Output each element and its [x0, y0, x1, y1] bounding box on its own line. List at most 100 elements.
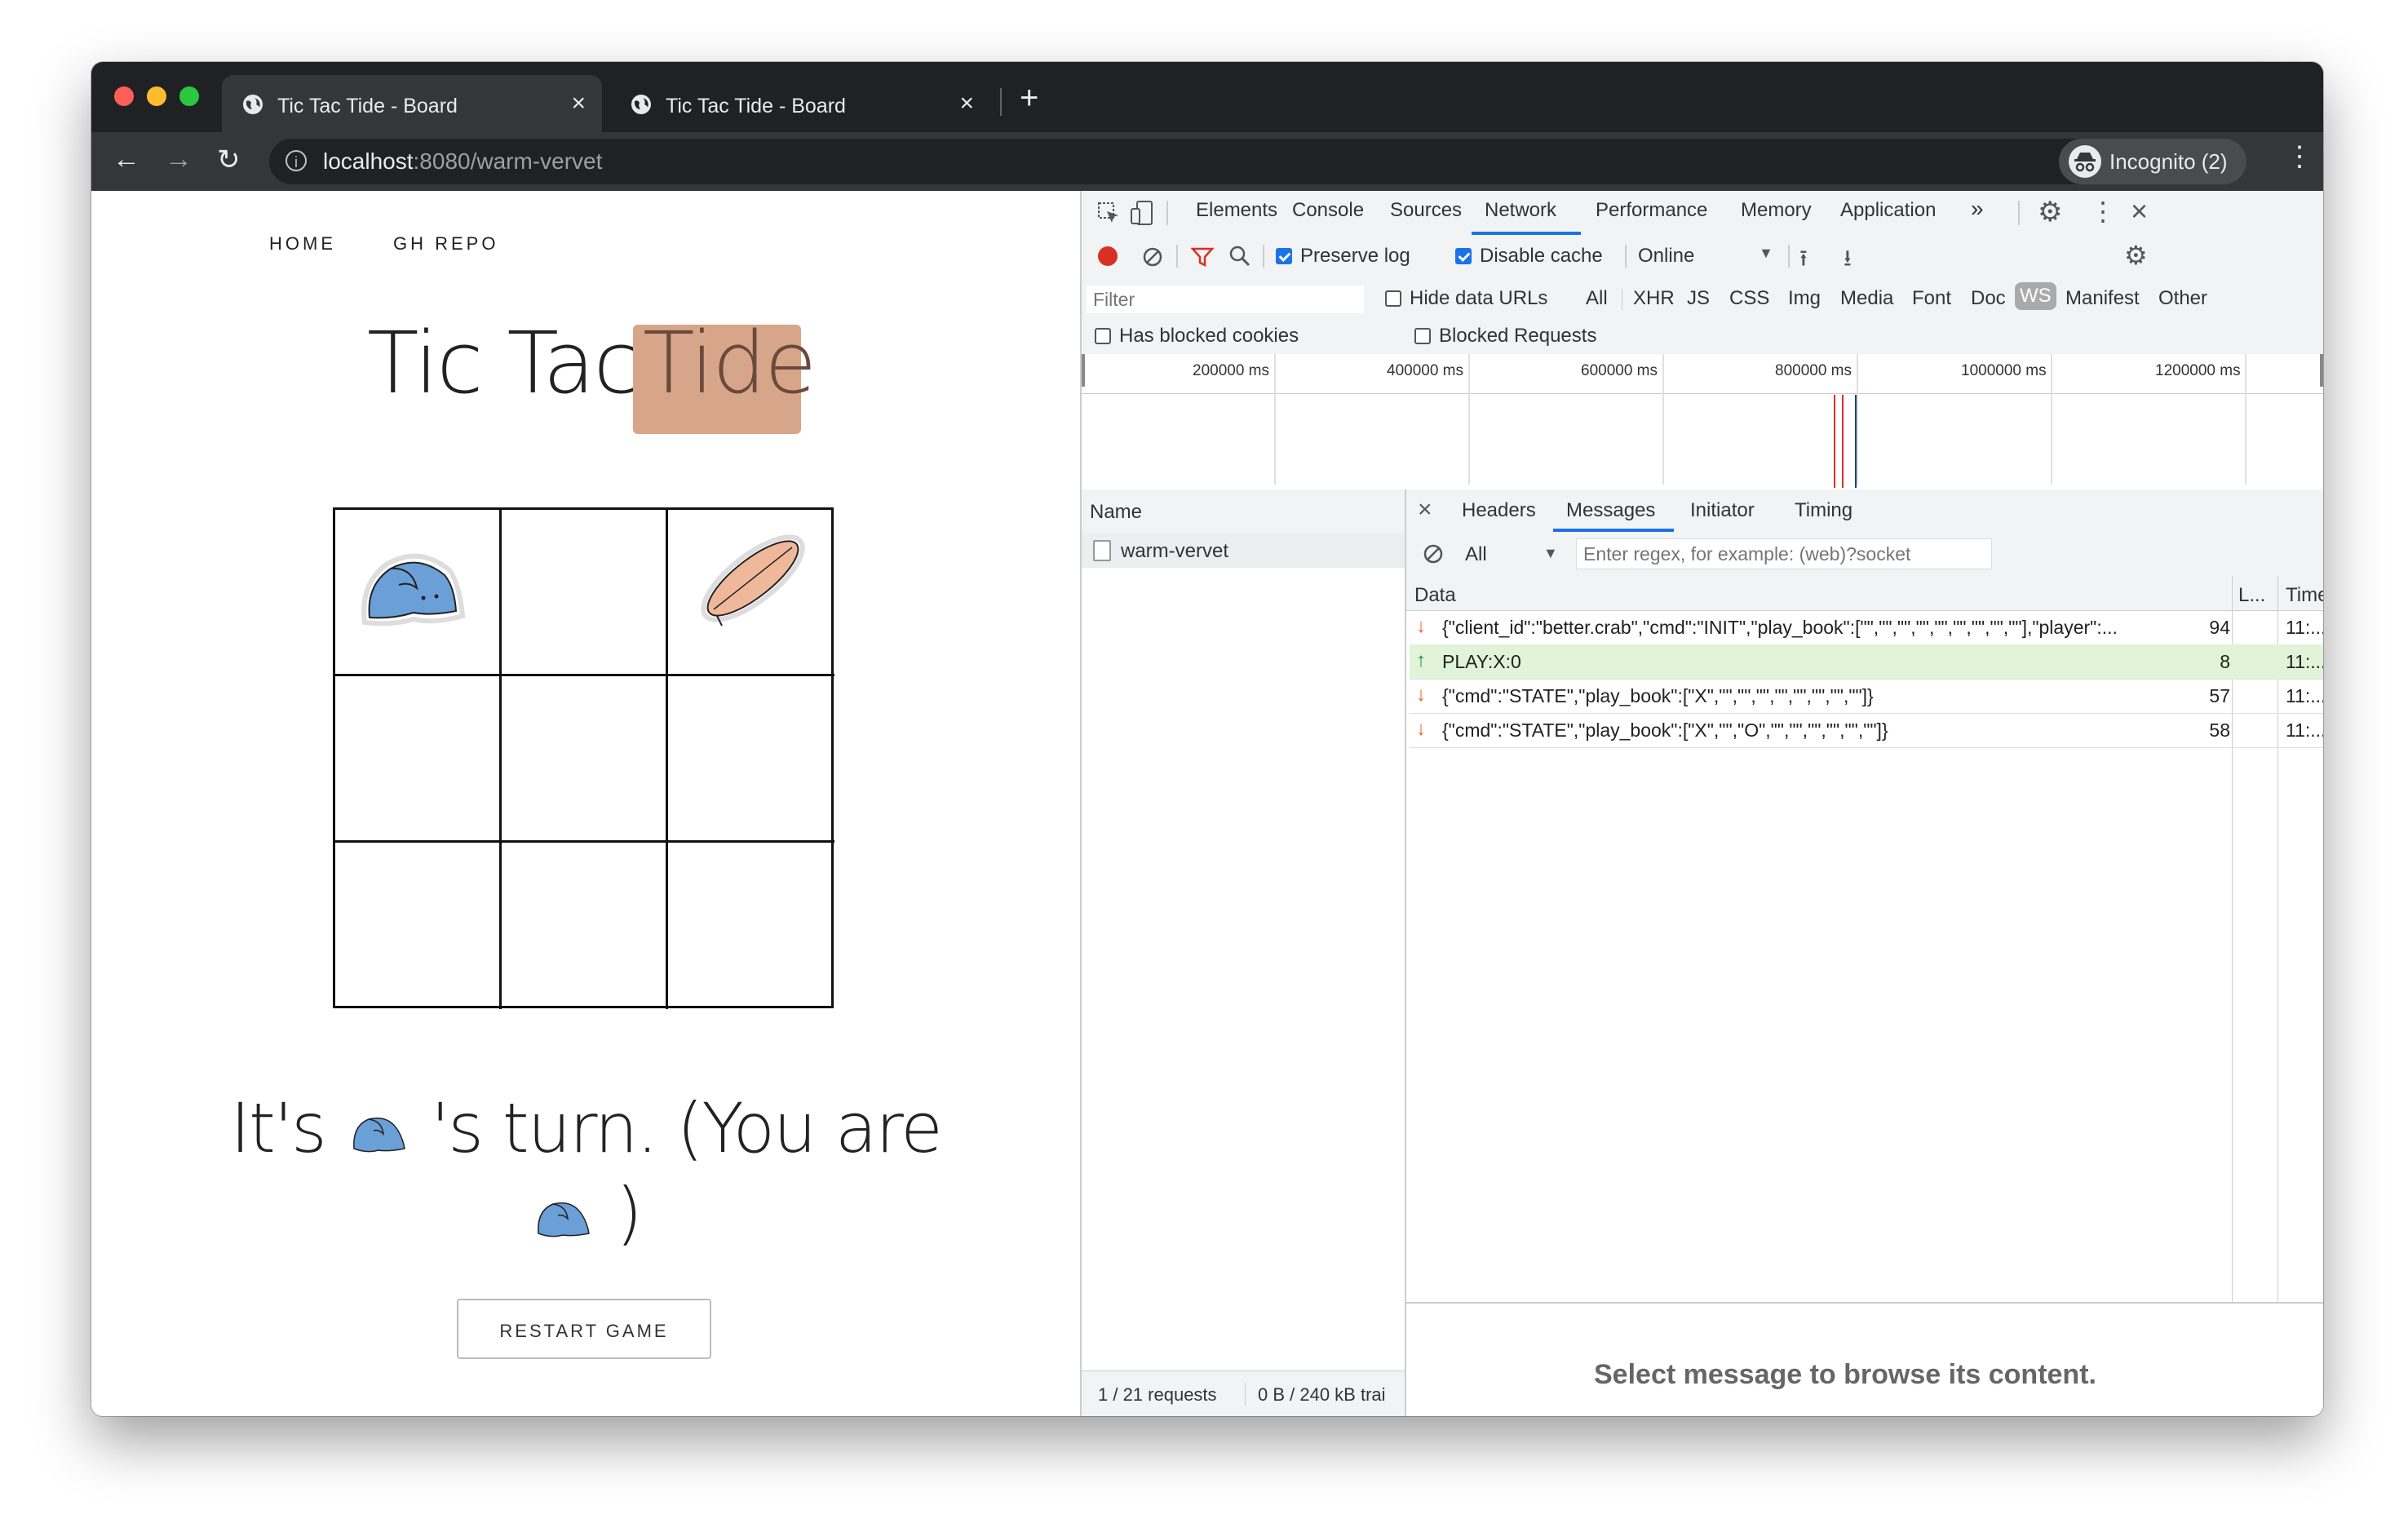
board-cell-1[interactable]: [502, 510, 668, 676]
close-detail-icon[interactable]: ×: [1418, 496, 1432, 524]
board-cell-7[interactable]: [502, 843, 668, 1009]
board-cell-6[interactable]: [335, 843, 502, 1009]
tab-performance[interactable]: Performance: [1596, 199, 1707, 222]
filter-type-img[interactable]: Img: [1788, 287, 1821, 310]
new-tab-button[interactable]: +: [1020, 80, 1038, 117]
detail-tab-headers[interactable]: Headers: [1462, 499, 1536, 522]
clear-icon[interactable]: [1142, 246, 1163, 268]
detail-tab-initiator[interactable]: Initiator: [1690, 499, 1755, 522]
request-row[interactable]: warm-vervet: [1082, 534, 1405, 568]
upload-har-icon[interactable]: ⭱: [1799, 241, 1808, 281]
filter-type-ws[interactable]: WS: [2015, 282, 2056, 310]
filter-type-manifest[interactable]: Manifest: [2065, 287, 2140, 310]
message-row[interactable]: ↓ {"cmd":"STATE","play_book":["X","","",…: [1410, 679, 2323, 714]
preserve-log-checkbox[interactable]: [1276, 248, 1292, 264]
browser-tab-1[interactable]: Tic Tac Tide - Board ×: [222, 75, 602, 132]
status-requests: 1 / 21 requests: [1098, 1384, 1217, 1405]
nav-gh-repo-link[interactable]: GH REPO: [393, 233, 498, 255]
timeline-right-handle[interactable]: [2320, 354, 2323, 387]
filter-type-font[interactable]: Font: [1912, 287, 1951, 310]
request-name: warm-vervet: [1121, 540, 1229, 562]
col-data-header[interactable]: Data: [1414, 584, 1456, 607]
browser-menu-icon[interactable]: ⋮: [2286, 140, 2313, 173]
filter-type-xhr[interactable]: XHR: [1633, 287, 1675, 310]
restart-game-button[interactable]: RESTART GAME: [457, 1299, 711, 1359]
timeline-label: 400000 ms: [1387, 362, 1464, 379]
address-bar[interactable]: i localhost:8080/warm-vervet ☆: [269, 139, 2137, 184]
disable-cache-checkbox[interactable]: [1455, 248, 1472, 264]
hide-data-urls-checkbox[interactable]: [1385, 290, 1401, 307]
record-button[interactable]: [1098, 246, 1118, 266]
back-arrow-icon[interactable]: ←: [113, 144, 140, 175]
dropdown-arrow-icon[interactable]: ▼: [1759, 245, 1773, 262]
forward-arrow-icon[interactable]: →: [165, 144, 193, 175]
devtools-menu-icon[interactable]: ⋮: [2090, 196, 2116, 227]
has-blocked-cookies-checkbox[interactable]: [1095, 328, 1111, 344]
message-data: {"cmd":"STATE","play_book":["X","","",""…: [1442, 685, 1874, 706]
browser-tab-2[interactable]: Tic Tac Tide - Board ×: [610, 75, 990, 132]
board-cell-5[interactable]: [668, 676, 834, 843]
site-info-icon[interactable]: i: [286, 150, 307, 171]
clear-messages-icon[interactable]: [1423, 543, 1444, 565]
tab-network[interactable]: Network: [1485, 199, 1556, 222]
nav-home-link[interactable]: HOME: [269, 233, 336, 255]
incognito-badge[interactable]: Incognito (2): [2059, 139, 2246, 184]
received-arrow-icon: ↓: [1416, 684, 1426, 706]
filter-type-doc[interactable]: Doc: [1971, 287, 2006, 310]
message-type-select[interactable]: All: [1465, 543, 1487, 566]
device-toolbar-icon[interactable]: [1129, 199, 1155, 227]
board-cell-0[interactable]: [335, 510, 502, 676]
search-icon[interactable]: [1228, 245, 1251, 268]
message-row[interactable]: ↑ PLAY:X:0 8 11:...: [1410, 644, 2323, 680]
tab-memory[interactable]: Memory: [1741, 199, 1812, 222]
filter-funnel-icon[interactable]: [1191, 246, 1214, 268]
close-devtools-icon[interactable]: ×: [2131, 194, 2148, 228]
filter-type-other[interactable]: Other: [2158, 287, 2207, 310]
inspect-element-icon[interactable]: [1096, 201, 1121, 225]
timeline-overview[interactable]: 200000 ms 400000 ms 600000 ms 800000 ms …: [1082, 354, 2323, 491]
page-content: HOME GH REPO Tic Tac Tide It's 's turn. …: [91, 191, 1080, 1416]
gear-icon[interactable]: ⚙: [2038, 196, 2062, 228]
tab-elements[interactable]: Elements: [1196, 199, 1277, 222]
filter-type-all[interactable]: All: [1586, 287, 1608, 310]
detail-tab-messages[interactable]: Messages: [1566, 499, 1655, 522]
timeline-marker: [1834, 395, 1835, 488]
board-cell-4[interactable]: [502, 676, 668, 843]
download-har-icon[interactable]: ⭳: [1844, 241, 1852, 281]
zoom-window-button[interactable]: [179, 86, 199, 106]
dropdown-arrow-icon[interactable]: ▼: [1543, 545, 1558, 562]
message-row[interactable]: ↓ {"cmd":"STATE","play_book":["X","","O"…: [1410, 713, 2323, 748]
close-window-button[interactable]: [114, 86, 134, 106]
close-tab-icon[interactable]: ×: [959, 90, 974, 117]
filter-type-media[interactable]: Media: [1840, 287, 1893, 310]
filter-type-js[interactable]: JS: [1687, 287, 1710, 310]
game-board: [333, 507, 834, 1009]
url-text[interactable]: localhost:8080/warm-vervet: [323, 148, 602, 175]
col-length-header[interactable]: L...: [2238, 584, 2265, 607]
timeline-marker: [1855, 395, 1857, 488]
tab-application[interactable]: Application: [1840, 199, 1936, 222]
more-tabs-button[interactable]: »: [1971, 196, 1984, 222]
close-tab-icon[interactable]: ×: [571, 90, 586, 117]
filter-input[interactable]: [1087, 286, 1364, 313]
minimize-window-button[interactable]: [147, 86, 166, 106]
col-time-header[interactable]: Time: [2286, 584, 2323, 607]
detail-tab-timing[interactable]: Timing: [1795, 499, 1852, 522]
tab-sources[interactable]: Sources: [1390, 199, 1462, 222]
message-regex-input[interactable]: [1576, 538, 1992, 569]
network-settings-gear-icon[interactable]: ⚙: [2124, 240, 2148, 271]
preserve-log-label: Preserve log: [1300, 245, 1410, 267]
filter-type-css[interactable]: CSS: [1729, 287, 1769, 310]
document-icon: [1093, 540, 1111, 561]
board-cell-2[interactable]: [668, 510, 834, 676]
throttling-select[interactable]: Online: [1638, 245, 1694, 268]
reload-icon[interactable]: ↻: [217, 144, 241, 176]
message-row[interactable]: ↓ {"client_id":"better.crab","cmd":"INIT…: [1410, 610, 2323, 645]
board-cell-3[interactable]: [335, 676, 502, 843]
filter-bar: Hide data URLs All XHR JS CSS Img Media …: [1082, 277, 2323, 355]
tab-console[interactable]: Console: [1292, 199, 1364, 222]
board-cell-8[interactable]: [668, 843, 834, 1009]
timeline-left-handle[interactable]: [1082, 354, 1085, 387]
blocked-requests-checkbox[interactable]: [1414, 328, 1431, 344]
name-column-header[interactable]: Name: [1082, 489, 1405, 534]
